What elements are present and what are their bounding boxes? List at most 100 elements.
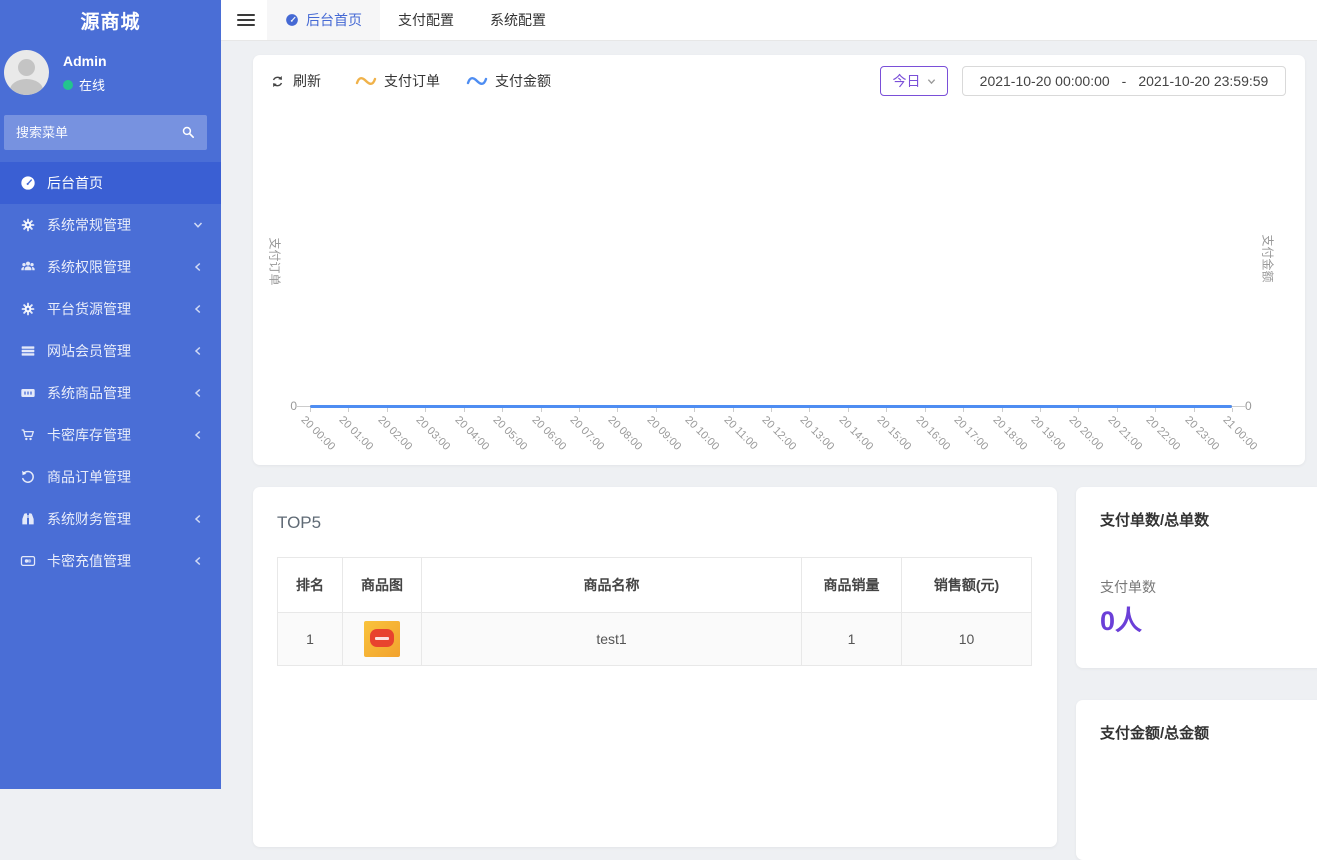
- sidebar-item-label: 商品订单管理: [47, 467, 131, 487]
- x-axis-tick: [1040, 408, 1041, 412]
- stat-title: 支付金额/总金额: [1100, 722, 1209, 743]
- date-separator: -: [1122, 73, 1127, 89]
- col-rank: 排名: [278, 558, 343, 613]
- avatar[interactable]: [4, 50, 49, 95]
- chevron-slot: [193, 178, 203, 188]
- sidebar-menu: 后台首页 系统常规管理: [0, 162, 221, 582]
- sidebar-item-system-general[interactable]: 系统常规管理: [0, 204, 221, 246]
- product-thumbnail[interactable]: [364, 621, 400, 657]
- chevron-slot: [193, 262, 203, 272]
- sidebar-item-card-stock[interactable]: 卡密库存管理: [0, 414, 221, 456]
- x-axis-tick: [656, 408, 657, 412]
- date-range-input[interactable]: 2021-10-20 00:00:00 - 2021-10-20 23:59:5…: [962, 66, 1286, 96]
- stat-card-pay-count: 支付单数/总单数 支付单数 0人: [1076, 487, 1317, 668]
- sidebar: 源商城 Admin 在线 后台首页: [0, 0, 221, 789]
- sidebar-item-label: 网站会员管理: [47, 341, 131, 361]
- tab-system-config[interactable]: 系统配置: [472, 0, 564, 40]
- history-icon: [20, 469, 36, 485]
- cell-qty: 1: [802, 613, 902, 666]
- x-axis-label: 20 04:00: [452, 414, 491, 453]
- x-axis-tick: [1078, 408, 1079, 412]
- tab-label: 系统配置: [490, 10, 546, 30]
- date-start: 2021-10-20 00:00:00: [980, 73, 1110, 89]
- stat-card-pay-amount: 支付金额/总金额: [1076, 700, 1317, 860]
- x-axis-label: 20 13:00: [798, 414, 837, 453]
- sidebar-item-permissions[interactable]: 系统权限管理: [0, 246, 221, 288]
- legend-label: 支付金额: [495, 71, 551, 91]
- menu-search: [4, 115, 207, 150]
- search-input[interactable]: [4, 115, 207, 150]
- sidebar-item-goods[interactable]: 系统商品管理: [0, 372, 221, 414]
- axis-end-tick: [295, 406, 310, 407]
- sidebar-item-supply[interactable]: 平台货源管理: [0, 288, 221, 330]
- legend-pay-amount[interactable]: 支付金额: [466, 71, 551, 91]
- online-label: 在线: [79, 75, 105, 94]
- x-axis-label: 20 07:00: [567, 414, 606, 453]
- x-axis-label: 20 00:00: [299, 414, 338, 453]
- cell-name: test1: [422, 613, 802, 666]
- cell-amount: 10: [902, 613, 1032, 666]
- x-axis-label: 20 23:00: [1182, 414, 1221, 453]
- dashboard-icon: [285, 13, 299, 27]
- y-axis-tick-right: 0: [1245, 399, 1252, 413]
- tab-payment-config[interactable]: 支付配置: [380, 0, 472, 40]
- legend-pay-orders[interactable]: 支付订单: [355, 71, 440, 91]
- range-label: 今日: [893, 71, 921, 91]
- cart-icon: [20, 427, 36, 443]
- x-axis-tick: [310, 408, 311, 412]
- x-axis-label: 20 11:00: [721, 414, 759, 452]
- x-axis-label: 20 17:00: [952, 414, 991, 453]
- x-axis-label: 20 20:00: [1067, 414, 1106, 453]
- x-axis-tick: [579, 408, 580, 412]
- x-axis-tick: [1155, 408, 1156, 412]
- cell-rank: 1: [278, 613, 343, 666]
- x-axis-tick: [387, 408, 388, 412]
- sidebar-item-orders[interactable]: 商品订单管理: [0, 456, 221, 498]
- hamburger-icon[interactable]: [237, 14, 255, 26]
- chevron-slot: [193, 220, 203, 230]
- sidebar-item-home[interactable]: 后台首页: [0, 162, 221, 204]
- x-axis-tick: [848, 408, 849, 412]
- cogs-icon: [20, 301, 36, 317]
- cell-image: [343, 613, 422, 666]
- x-axis-tick: [925, 408, 926, 412]
- stat-label: 支付单数: [1100, 577, 1156, 597]
- table-row: 1 test1 1 10: [278, 613, 1032, 666]
- sidebar-item-members[interactable]: 网站会员管理: [0, 330, 221, 372]
- x-axis-tick: [617, 408, 618, 412]
- refresh-label: 刷新: [293, 71, 321, 91]
- col-image: 商品图: [343, 558, 422, 613]
- x-axis-tick: [886, 408, 887, 412]
- x-axis-label: 20 08:00: [606, 414, 645, 453]
- x-axis-label: 20 06:00: [529, 414, 568, 453]
- online-dot-icon: [63, 80, 73, 90]
- x-axis-tick: [348, 408, 349, 412]
- chevron-slot: [193, 472, 203, 482]
- x-axis-tick: [541, 408, 542, 412]
- x-axis-label: 20 12:00: [760, 414, 799, 453]
- x-axis-tick: [1002, 408, 1003, 412]
- user-name: Admin: [63, 53, 107, 69]
- stat-title: 支付单数/总单数: [1100, 509, 1209, 530]
- list-icon: [20, 343, 36, 359]
- tab-home[interactable]: 后台首页: [267, 0, 380, 40]
- x-axis-label: 20 05:00: [491, 414, 530, 453]
- x-axis-label: 20 16:00: [913, 414, 952, 453]
- date-range-dropdown[interactable]: 今日: [880, 66, 948, 96]
- credit-card-icon: [20, 553, 36, 569]
- x-axis-label: 20 19:00: [1028, 414, 1067, 453]
- search-icon[interactable]: [181, 125, 196, 140]
- x-axis-tick: [733, 408, 734, 412]
- refresh-button[interactable]: 刷新: [270, 71, 321, 91]
- sidebar-item-recharge[interactable]: 卡密充值管理: [0, 540, 221, 582]
- user-panel: Admin 在线: [0, 50, 221, 106]
- app-title: 源商城: [0, 0, 221, 34]
- x-axis-tick: [771, 408, 772, 412]
- y-axis-title-right: 支付金额: [1260, 234, 1277, 282]
- x-axis-label: 20 22:00: [1144, 414, 1183, 453]
- x-axis-label: 20 10:00: [683, 414, 722, 453]
- cogs-icon: [20, 217, 36, 233]
- sidebar-item-finance[interactable]: 系统财务管理: [0, 498, 221, 540]
- y-axis-title-left: 支付订单: [267, 237, 284, 285]
- sidebar-item-label: 系统财务管理: [47, 509, 131, 529]
